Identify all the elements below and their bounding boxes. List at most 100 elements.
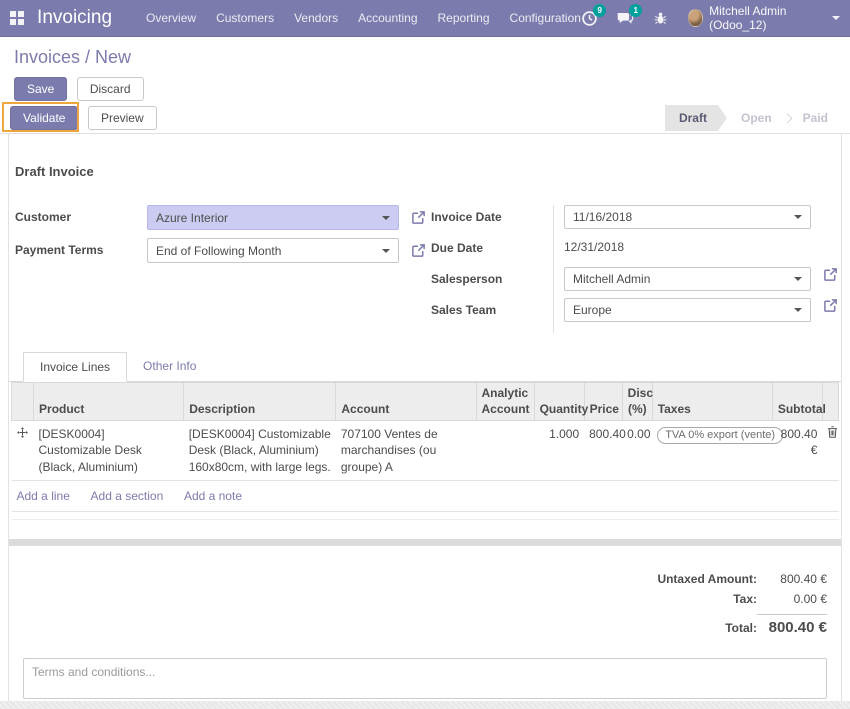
add-a-note-link[interactable]: Add a note	[184, 489, 242, 503]
handle-column-header	[12, 383, 34, 421]
main-menu: Overview Customers Vendors Accounting Re…	[146, 11, 581, 25]
activities-button[interactable]: 9	[581, 8, 598, 28]
page: Invoicing Overview Customers Vendors Acc…	[0, 0, 850, 709]
payment-terms-label: Payment Terms	[15, 238, 147, 257]
col-description[interactable]: Description	[184, 383, 336, 421]
nav-item-configuration[interactable]: Configuration	[510, 11, 581, 25]
salesperson-value: Mitchell Admin	[573, 272, 650, 286]
cell-taxes[interactable]: TVA 0% export (vente)	[652, 421, 772, 481]
total-label: Total:	[725, 621, 757, 635]
user-name: Mitchell Admin (Odoo_12)	[709, 4, 826, 32]
tax-value: 0.00 €	[757, 592, 827, 606]
debug-button[interactable]	[652, 8, 669, 28]
status-step-draft[interactable]: Draft	[665, 105, 727, 131]
cell-description[interactable]: [DESK0004] Customizable Desk (Black, Alu…	[184, 421, 336, 481]
invoice-line-row[interactable]: [DESK0004] Customizable Desk (Black, Alu…	[12, 421, 839, 481]
messages-button[interactable]: 1	[616, 8, 634, 28]
chevron-down-icon	[794, 215, 802, 219]
invoice-date-value: 11/16/2018	[573, 210, 632, 224]
horizontal-scrollbar[interactable]	[9, 539, 841, 546]
nav-item-vendors[interactable]: Vendors	[294, 11, 338, 25]
payment-terms-value: End of Following Month	[156, 244, 281, 258]
col-taxes[interactable]: Taxes	[652, 383, 772, 421]
invoice-date-select[interactable]: 11/16/2018	[564, 205, 811, 229]
trash-icon	[827, 426, 838, 438]
cell-discount[interactable]: 0.00	[622, 421, 652, 481]
customer-label: Customer	[15, 205, 147, 224]
chevron-down-icon	[794, 308, 802, 312]
add-a-line-link[interactable]: Add a line	[17, 489, 70, 503]
cell-product[interactable]: [DESK0004] Customizable Desk (Black, Alu…	[34, 421, 184, 481]
drag-handle[interactable]	[12, 421, 34, 481]
chevron-down-icon	[794, 277, 802, 281]
sales-team-value: Europe	[573, 303, 612, 317]
salesperson-label: Salesperson	[431, 267, 553, 298]
col-analytic-account[interactable]: Analytic Account	[476, 383, 534, 421]
col-subtotal[interactable]: Subtotal	[772, 383, 822, 421]
col-price[interactable]: Price	[584, 383, 622, 421]
external-link-icon[interactable]	[823, 267, 838, 282]
untaxed-amount-value: 800.40 €	[757, 572, 827, 586]
col-account[interactable]: Account	[336, 383, 476, 421]
due-date-label: Due Date	[431, 236, 553, 267]
app-title[interactable]: Invoicing	[33, 7, 122, 29]
move-icon	[17, 427, 28, 438]
save-button[interactable]: Save	[14, 77, 67, 101]
breadcrumb[interactable]: Invoices / New	[14, 47, 836, 68]
validate-button[interactable]: Validate	[10, 106, 78, 130]
tab-invoice-lines[interactable]: Invoice Lines	[23, 352, 127, 382]
due-date-value: 12/31/2018	[564, 236, 624, 254]
preview-button[interactable]: Preview	[88, 106, 157, 130]
apps-menu-icon[interactable]	[0, 0, 33, 37]
cell-analytic-account[interactable]	[476, 421, 534, 481]
cell-quantity[interactable]: 1.000	[534, 421, 584, 481]
invoice-lines-table: Product Description Account Analytic Acc…	[11, 382, 839, 520]
untaxed-amount-label: Untaxed Amount:	[657, 572, 757, 586]
cell-price[interactable]: 800.40	[584, 421, 622, 481]
add-a-section-link[interactable]: Add a section	[91, 489, 164, 503]
external-link-icon[interactable]	[823, 298, 838, 313]
control-panel: Invoices / New Save Discard	[0, 37, 850, 103]
nav-item-overview[interactable]: Overview	[146, 11, 196, 25]
nav-item-accounting[interactable]: Accounting	[358, 11, 417, 25]
discard-button[interactable]: Discard	[77, 77, 144, 101]
customer-value: Azure Interior	[156, 211, 228, 225]
page-bottom-strip	[0, 701, 850, 709]
draft-invoice-title: Draft Invoice	[9, 164, 841, 179]
col-discount[interactable]: Disc (%)	[622, 383, 652, 421]
status-pipeline: Draft Open Paid	[665, 105, 842, 131]
activity-count-badge: 9	[593, 4, 606, 17]
chevron-down-icon	[382, 249, 390, 253]
tab-other-info[interactable]: Other Info	[127, 352, 212, 382]
total-value: 800.40 €	[757, 614, 827, 636]
empty-line	[12, 511, 839, 519]
salesperson-select[interactable]: Mitchell Admin	[564, 267, 811, 291]
chevron-down-icon	[832, 16, 840, 20]
top-navbar: Invoicing Overview Customers Vendors Acc…	[0, 0, 850, 37]
statusbar: Validate Preview Draft Open Paid	[0, 103, 850, 134]
col-quantity[interactable]: Quantity	[534, 383, 584, 421]
chevron-down-icon	[382, 216, 390, 220]
external-link-icon[interactable]	[411, 210, 426, 225]
status-step-open[interactable]: Open	[727, 105, 786, 131]
customer-select[interactable]: Azure Interior	[147, 205, 399, 230]
col-product[interactable]: Product	[34, 383, 184, 421]
invoice-date-label: Invoice Date	[431, 205, 553, 236]
grid-icon	[10, 11, 24, 25]
totals-section: Untaxed Amount: 800.40 € Tax: 0.00 € Tot…	[9, 572, 841, 636]
sales-team-label: Sales Team	[431, 298, 553, 329]
nav-item-customers[interactable]: Customers	[216, 11, 274, 25]
tax-tag[interactable]: TVA 0% export (vente)	[657, 427, 783, 444]
status-step-paid[interactable]: Paid	[789, 105, 842, 131]
payment-terms-select[interactable]: End of Following Month	[147, 238, 399, 263]
user-menu[interactable]: Mitchell Admin (Odoo_12)	[688, 4, 840, 32]
notebook-tabs: Invoice Lines Other Info	[9, 351, 841, 382]
sales-team-select[interactable]: Europe	[564, 298, 811, 322]
cell-account[interactable]: 707100 Ventes de marchandises (ou groupe…	[336, 421, 476, 481]
avatar	[688, 9, 704, 27]
message-count-badge: 1	[629, 4, 642, 17]
external-link-icon[interactable]	[411, 243, 426, 258]
cell-delete[interactable]	[822, 421, 838, 481]
nav-item-reporting[interactable]: Reporting	[438, 11, 490, 25]
terms-and-conditions-textarea[interactable]	[23, 658, 827, 699]
